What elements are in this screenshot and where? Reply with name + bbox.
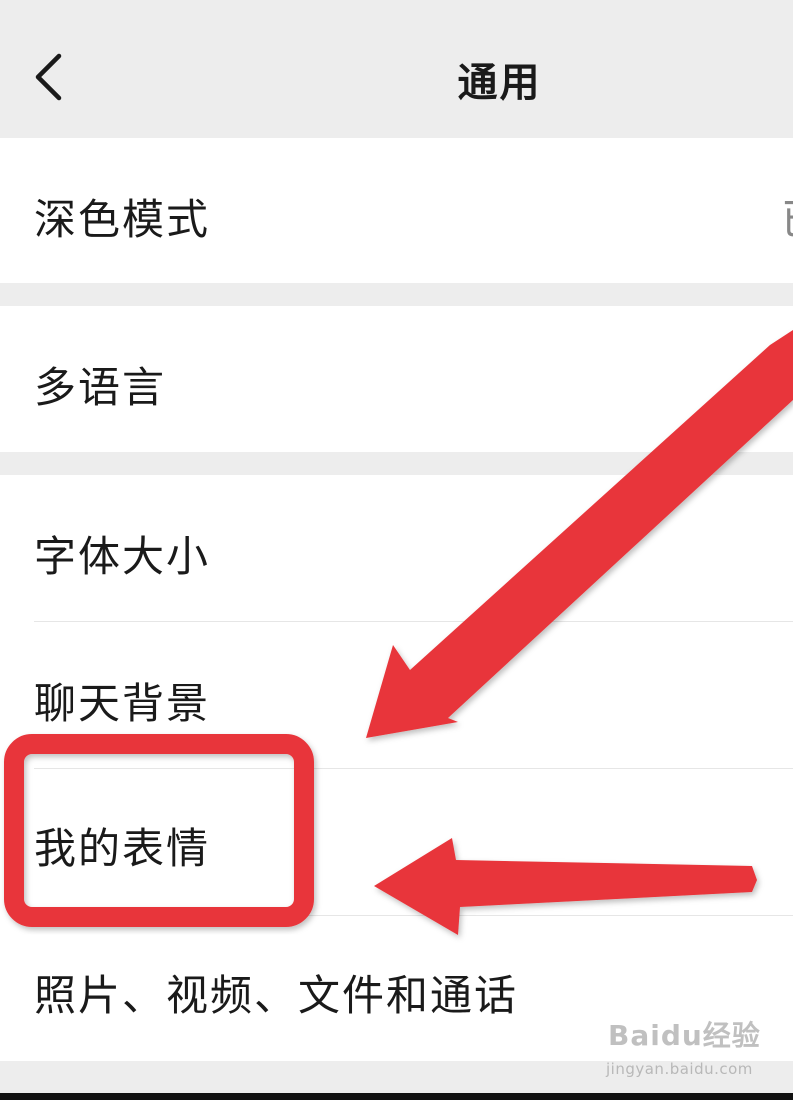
list-item-font-size[interactable]: 字体大小: [0, 475, 793, 621]
bottom-edge: [0, 1093, 793, 1100]
watermark-site: jingyan.baidu.com: [606, 1060, 753, 1078]
list-item-label: 聊天背景: [34, 679, 211, 728]
list-item-label: 多语言: [34, 363, 167, 412]
list-item-label: 照片、视频、文件和通话: [34, 971, 519, 1020]
list-item-label: 我的表情: [34, 824, 211, 873]
list-item-label: 字体大小: [34, 532, 211, 581]
nav-bar: 通用: [0, 0, 793, 138]
settings-group-appearance: 深色模式 已: [0, 138, 793, 283]
watermark-logo: Baidu经验: [608, 1019, 761, 1052]
page-title: 通用: [457, 60, 542, 106]
settings-group-chat: 字体大小 聊天背景 我的表情 照片、视频、文件和通话: [0, 475, 793, 1061]
settings-group-language: 多语言: [0, 306, 793, 452]
list-item-language[interactable]: 多语言: [0, 306, 793, 452]
list-item-dark-mode[interactable]: 深色模式 已: [0, 138, 793, 283]
list-item-label: 深色模式: [34, 195, 211, 244]
list-item-value: 已: [781, 186, 793, 247]
watermark: Baidu经验 jingyan.baidu.com: [606, 1010, 793, 1086]
list-item-my-stickers[interactable]: 我的表情: [0, 769, 793, 915]
list-item-chat-background[interactable]: 聊天背景: [0, 622, 793, 768]
